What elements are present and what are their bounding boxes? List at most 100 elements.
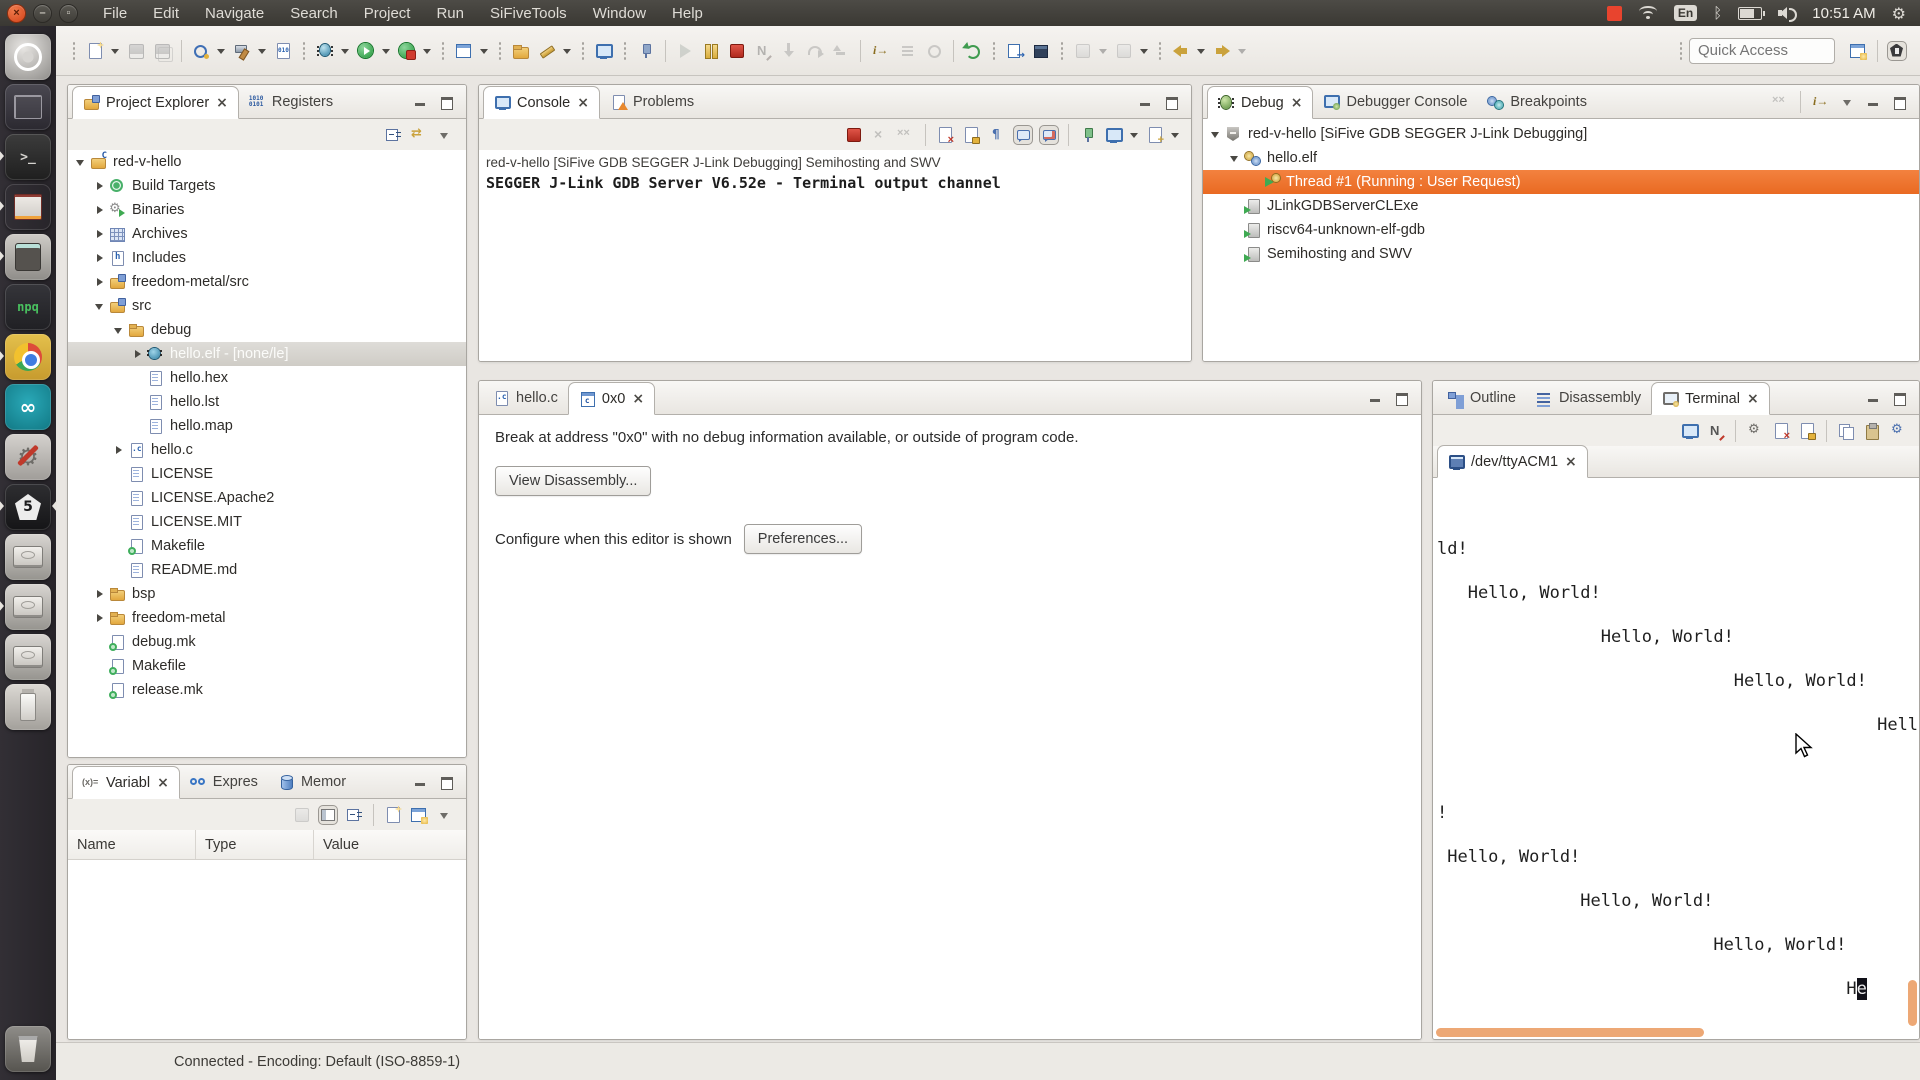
menu-navigate[interactable]: Navigate [194,2,275,25]
dock-item-usb-drive[interactable] [5,684,51,730]
terminate-icon[interactable] [728,42,746,60]
tab-0x0[interactable]: 0x0× [568,382,655,415]
expand-arrow[interactable] [93,251,107,265]
tab-registers[interactable]: Registers [239,85,343,118]
tab-debug[interactable]: Debug× [1207,86,1313,119]
max-icon[interactable] [1891,389,1909,407]
dock-item-ubuntu-dash[interactable] [5,34,51,80]
step-return-icon[interactable] [832,42,850,60]
tree-item-archives[interactable]: Archives [68,222,466,246]
tree-item-debug[interactable]: debug [68,318,466,342]
expand-arrow[interactable] [1228,151,1242,165]
expand-arrow[interactable] [93,179,107,193]
terminal-output[interactable]: ld! Hello, World! Hello, World! Hello, W… [1433,478,1919,1000]
record-indicator-icon[interactable] [1607,6,1622,21]
tab-outline[interactable]: Outline [1437,381,1526,414]
close-icon[interactable]: × [216,95,228,111]
column-value[interactable]: Value [314,830,466,859]
min-icon[interactable] [412,773,430,791]
tree-item-release-mk[interactable]: release.mk [68,678,466,702]
expand-arrow[interactable] [93,275,107,289]
preferences-button[interactable]: Preferences... [744,524,862,554]
back-icon[interactable] [1172,42,1190,60]
terminal-horizontal-scrollbar[interactable] [1436,1028,1704,1037]
tree-item-license-mit[interactable]: LICENSE.MIT [68,510,466,534]
tree-item-jlinkgdbserverclexe[interactable]: JLinkGDBServerCLExe [1203,194,1919,218]
step-into-icon[interactable] [780,42,798,60]
window-close-button[interactable]: × [7,4,26,23]
view-menu-icon[interactable] [436,126,454,144]
expand-arrow[interactable] [131,347,145,361]
min-icon[interactable] [1137,93,1155,111]
link-editor-icon[interactable] [410,126,428,144]
tree-item-thread-1-running-user-request[interactable]: Thread #1 (Running : User Request) [1203,170,1919,194]
dock-item-workspace-switcher[interactable] [5,84,51,130]
word-wrap-icon[interactable] [988,126,1006,144]
dock-item-arduino[interactable]: ∞ [5,384,51,430]
min-icon[interactable] [1865,389,1883,407]
menu-help[interactable]: Help [661,2,714,25]
profile-icon[interactable] [398,42,416,60]
dock-item-hard-disk-3[interactable] [5,634,51,680]
expand-arrow[interactable] [1209,127,1223,141]
tab-project-explorer[interactable]: Project Explorer× [72,86,239,119]
copy-icon[interactable] [1837,422,1855,440]
dropdown-icon[interactable] [1237,42,1248,60]
tree-item-hello-lst[interactable]: hello.lst [68,390,466,414]
new-watch-icon[interactable] [384,806,402,824]
clock[interactable]: 10:51 AM [1812,5,1875,22]
min-icon[interactable] [1865,93,1883,111]
debug-bug-icon[interactable] [316,42,334,60]
tree-item-makefile[interactable]: Makefile [68,654,466,678]
max-icon[interactable] [1163,93,1181,111]
dropdown-icon[interactable] [1098,42,1109,60]
view-disassembly-button[interactable]: View Disassembly... [495,466,651,496]
quick-access-input[interactable] [1689,38,1835,64]
close-icon[interactable]: × [1747,391,1759,407]
dock-item-file-archiver[interactable] [5,184,51,230]
tree-item-makefile[interactable]: Makefile [68,534,466,558]
dock-item-hard-disk-1[interactable] [5,534,51,580]
suspend-icon[interactable] [702,42,720,60]
bluetooth-icon[interactable]: ᛒ [1713,4,1722,22]
tab-variabl[interactable]: Variabl× [72,766,180,799]
display-console-icon[interactable] [1105,126,1123,144]
close-icon[interactable]: × [1565,454,1577,470]
min-icon[interactable] [412,93,430,111]
menu-sifivetools[interactable]: SiFiveTools [479,2,578,25]
istep-icon[interactable] [871,42,891,60]
keyboard-layout-indicator[interactable]: En [1674,5,1697,21]
wrap-stdout-icon[interactable] [1014,126,1032,144]
term-settings-icon[interactable] [1746,422,1764,440]
tree-item-binaries[interactable]: Binaries [68,198,466,222]
tree-item-debug-mk[interactable]: debug.mk [68,630,466,654]
view-menu-icon[interactable] [436,806,454,824]
pencil-icon[interactable] [538,42,556,60]
battery-icon[interactable] [1738,7,1762,20]
wrap-stderr-icon[interactable] [1040,126,1058,144]
tree-item-includes[interactable]: Includes [68,246,466,270]
menu-file[interactable]: File [92,2,138,25]
column-name[interactable]: Name [68,830,196,859]
tab-memor[interactable]: Memor [268,765,356,798]
menu-project[interactable]: Project [353,2,422,25]
view-menu-icon[interactable] [1839,93,1857,111]
tab-disassembly[interactable]: Disassembly [1526,381,1651,414]
expand-arrow[interactable] [93,611,107,625]
menu-run[interactable]: Run [425,2,475,25]
open-el-icon[interactable] [512,42,530,60]
tree-item-red-v-hello-sifive-gdb-segger-j-link-debugging[interactable]: red-v-hello [SiFive GDB SEGGER J-Link De… [1203,122,1919,146]
new-terminal-icon[interactable] [1681,422,1699,440]
term-menu-icon[interactable] [1889,422,1907,440]
dropdown-icon[interactable] [479,42,490,60]
collapse-all-icon[interactable] [384,126,402,144]
dropdown-icon[interactable] [257,42,268,60]
trace-icon[interactable] [925,42,943,60]
open-perspective-icon[interactable] [1849,42,1867,60]
term-lock-icon[interactable] [1798,422,1816,440]
close-icon[interactable]: × [577,95,589,111]
remove-all-icon[interactable] [897,126,915,144]
column-type[interactable]: Type [196,830,314,859]
paste-icon[interactable] [1863,422,1881,440]
tree-item-hello-elf-none-le[interactable]: hello.elf - [none/le] [68,342,466,366]
